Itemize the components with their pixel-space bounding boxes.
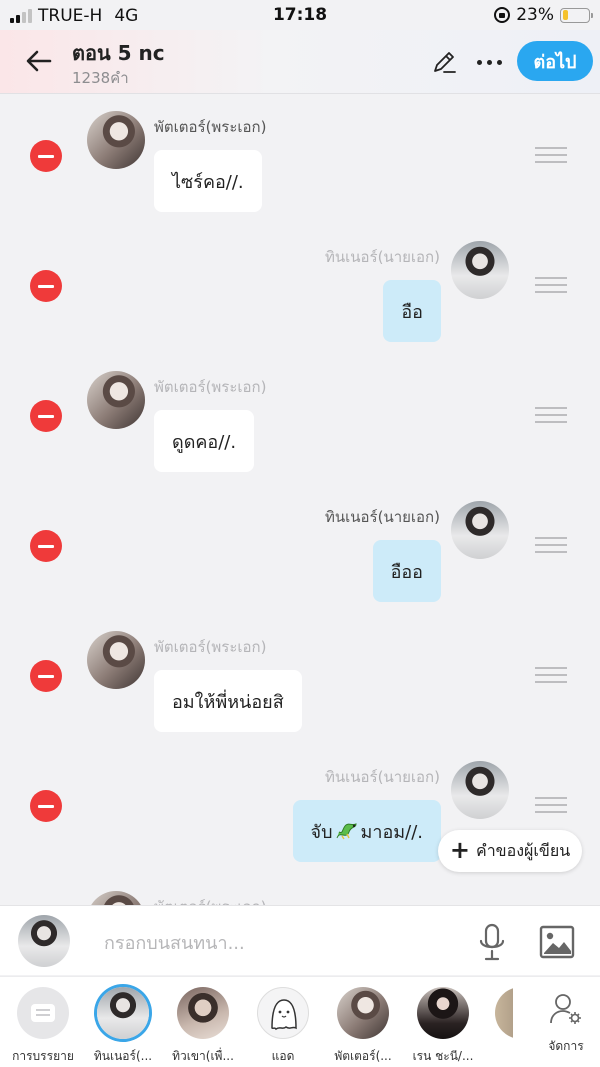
- character-label: การบรรยาย: [12, 1049, 74, 1063]
- speaker-name: ทินเนอร์(นายเอก): [325, 248, 440, 266]
- remove-message-button[interactable]: [30, 660, 62, 692]
- character-picker: การบรรยาย ทินเนอร์(... ทิวเขา(เพื่... แอ…: [0, 976, 600, 1067]
- speaker-name: พัตเตอร์(พระเอก): [154, 118, 267, 136]
- image-icon[interactable]: [539, 925, 575, 959]
- character-avatar: [177, 987, 229, 1039]
- remove-message-button[interactable]: [30, 270, 62, 302]
- dragon-emoji-icon: [336, 823, 357, 840]
- message-bubble[interactable]: อืออ: [372, 540, 441, 602]
- drag-handle-icon[interactable]: [535, 277, 567, 295]
- message-bubble[interactable]: จับ มาอม//.: [292, 800, 441, 862]
- character-admin[interactable]: แอด: [243, 987, 323, 1066]
- remove-message-button[interactable]: [30, 530, 62, 562]
- message-row: พัตเตอร์(พระเอก) ดูดคอ//.: [0, 355, 600, 485]
- speaker-name: พัตเตอร์(พระเอก): [154, 378, 267, 396]
- more-options-icon[interactable]: [472, 48, 506, 76]
- drag-handle-icon[interactable]: [535, 537, 567, 555]
- message-bubble[interactable]: อมให้พี่หน่อยสิ: [154, 670, 302, 732]
- rotation-lock-icon: [494, 7, 511, 23]
- drag-handle-icon[interactable]: [535, 407, 567, 425]
- character-avatar: [495, 987, 513, 1039]
- message-bubble[interactable]: ดูดคอ//.: [154, 410, 255, 472]
- battery-fill: [562, 10, 569, 20]
- avatar: [87, 891, 145, 905]
- battery-percent: 23%: [516, 5, 554, 25]
- character-narration[interactable]: การบรรยาย: [3, 987, 83, 1066]
- message-text-before: จับ: [310, 821, 333, 843]
- avatar: [87, 631, 145, 689]
- character-label: ทินเนอร์(...: [93, 1049, 153, 1063]
- battery-icon: [560, 7, 593, 23]
- status-right: 23%: [494, 5, 593, 25]
- chapter-header: ตอน 5 nc 1238คำ ต่อไป: [0, 30, 600, 94]
- speaker-name: พัตเตอร์(พระเอก): [154, 895, 267, 905]
- character-avatar: [97, 987, 149, 1039]
- status-bar: TRUE-H 4G 17:18 23%: [0, 0, 600, 30]
- character-avatar: [417, 987, 469, 1039]
- speaker-name: ทินเนอร์(นายเอก): [325, 768, 440, 786]
- next-button[interactable]: ต่อไป: [517, 41, 593, 81]
- character-label: ทิวเขา(เพื่...: [172, 1049, 234, 1063]
- current-speaker-avatar[interactable]: [18, 915, 70, 967]
- character-avatar: [17, 987, 69, 1039]
- message-row: ทินเนอร์(นายเอก) อือ: [0, 225, 600, 355]
- character-avatar: [257, 987, 309, 1039]
- message-row: พัตเตอร์(พระเอก) อมให้พี่หน่อยสิ: [0, 615, 600, 745]
- composer-bar: กรอกบนสนทนา...: [0, 905, 600, 975]
- message-bubble[interactable]: ไซร์คอ//.: [154, 150, 262, 212]
- manage-label: จัดการ: [548, 1039, 584, 1053]
- character-partial[interactable]: [483, 987, 513, 1039]
- drag-handle-icon[interactable]: [535, 797, 567, 815]
- drag-handle-icon[interactable]: [535, 667, 567, 685]
- manage-user-gear-icon: [550, 994, 581, 1024]
- message-row: พัตเตอร์(พระเอก) ไซร์คอ//.: [0, 95, 600, 225]
- avatar: [87, 371, 145, 429]
- remove-message-button[interactable]: [30, 400, 62, 432]
- message-text-after: มาอม//.: [360, 821, 424, 843]
- message-row: ทินเนอร์(นายเอก) อืออ: [0, 485, 600, 615]
- speaker-name: พัตเตอร์(พระเอก): [154, 638, 267, 656]
- character-label: พัตเตอร์(...: [334, 1049, 392, 1063]
- avatar: [451, 241, 509, 299]
- narration-icon: [31, 1004, 55, 1022]
- message-list[interactable]: พัตเตอร์(พระเอก) ไซร์คอ//. ทินเนอร์(นายเ…: [0, 95, 600, 905]
- word-count: 1238คำ: [72, 69, 129, 87]
- chat-input[interactable]: กรอกบนสนทนา...: [104, 928, 245, 957]
- edit-pen-icon[interactable]: [430, 48, 458, 76]
- message-bubble[interactable]: อือ: [383, 280, 441, 342]
- character-tinner[interactable]: ทินเนอร์(...: [83, 987, 163, 1066]
- drag-handle-icon[interactable]: [535, 147, 567, 165]
- character-tiokhao[interactable]: ทิวเขา(เพื่...: [163, 987, 243, 1066]
- avatar: [87, 111, 145, 169]
- character-avatar: [337, 987, 389, 1039]
- remove-message-button[interactable]: [30, 140, 62, 172]
- character-label: เรน ชะนี/...: [412, 1049, 474, 1063]
- manage-characters-button[interactable]: จัดการ: [540, 991, 592, 1056]
- message-row: พัตเตอร์(พระเอก): [0, 875, 600, 905]
- ghost-icon: [271, 999, 297, 1031]
- character-putter[interactable]: พัตเตอร์(...: [323, 987, 403, 1066]
- add-writer-note-button[interactable]: + คำของผู้เขียน: [438, 830, 582, 872]
- avatar: [451, 761, 509, 819]
- remove-message-button[interactable]: [30, 790, 62, 822]
- microphone-icon[interactable]: [476, 922, 508, 962]
- page-title: ตอน 5 nc: [72, 41, 165, 65]
- avatar: [451, 501, 509, 559]
- plus-icon: +: [449, 836, 470, 864]
- writer-note-label: คำของผู้เขียน: [475, 840, 571, 860]
- character-label: แอด: [271, 1049, 295, 1063]
- character-rain[interactable]: เรน ชะนี/...: [403, 987, 483, 1066]
- back-arrow-icon[interactable]: [22, 44, 56, 78]
- speaker-name: ทินเนอร์(นายเอก): [325, 508, 440, 526]
